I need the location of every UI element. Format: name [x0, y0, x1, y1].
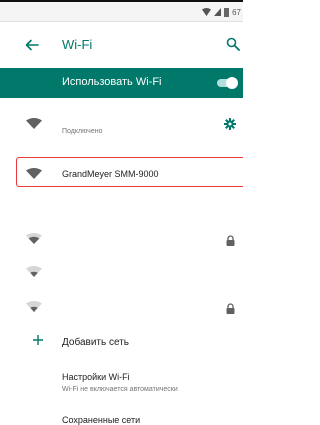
wifi-weak-icon — [26, 301, 42, 312]
network-status: Подключено — [62, 128, 103, 135]
wifi-master-switch-bar[interactable]: Использовать Wi-Fi — [0, 68, 243, 98]
app-toolbar: Wi-Fi — [0, 22, 243, 68]
saved-networks-item[interactable]: Сохраненные сети — [62, 415, 140, 425]
wifi-medium-icon — [26, 233, 42, 244]
wifi-settings-subtitle: Wi-Fi не включается автоматически — [62, 386, 178, 393]
network-item[interactable] — [0, 228, 243, 250]
search-icon[interactable] — [226, 37, 240, 51]
toggle-thumb — [226, 77, 238, 89]
lock-icon — [226, 235, 235, 246]
wifi-strong-icon — [26, 168, 42, 179]
wifi-strong-icon — [26, 118, 42, 129]
status-bar: 67 — [0, 0, 243, 22]
add-network-button[interactable]: Добавить сеть — [62, 337, 129, 348]
battery-icon — [224, 7, 230, 17]
network-item[interactable] — [0, 296, 243, 318]
page-title: Wi-Fi — [62, 37, 93, 52]
network-item-connected[interactable]: Подключено — [0, 108, 243, 144]
status-bar-top-edge — [0, 0, 243, 2]
wifi-toggle[interactable] — [217, 77, 238, 89]
wifi-settings-title[interactable]: Настройки Wi-Fi — [62, 372, 130, 382]
wifi-status-icon — [202, 8, 212, 16]
network-item[interactable] — [0, 261, 243, 283]
network-name: GrandMeyer SMM-9000 — [62, 169, 159, 179]
use-wifi-label: Использовать Wi-Fi — [62, 76, 162, 88]
wifi-weak-icon — [26, 266, 42, 277]
plus-icon[interactable] — [33, 335, 43, 345]
back-arrow-icon[interactable] — [22, 35, 42, 55]
gear-icon[interactable] — [224, 118, 236, 130]
signal-icon — [214, 8, 222, 16]
lock-icon — [226, 303, 235, 314]
status-icons: 67 — [202, 6, 241, 18]
battery-percent: 67 — [232, 7, 241, 17]
